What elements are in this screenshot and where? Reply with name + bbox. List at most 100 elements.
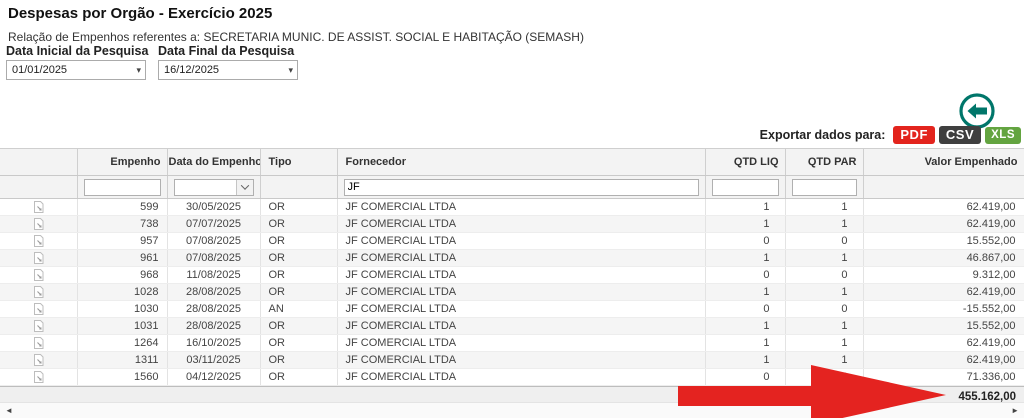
dropdown-arrow-icon: ▾	[288, 64, 293, 75]
end-date-label: Data Final da Pesquisa	[158, 44, 295, 58]
cell-qtd-liq: 1	[705, 283, 786, 301]
cell-data-empenho: 30/05/2025	[167, 198, 261, 216]
cell-qtd-liq: 1	[705, 351, 786, 369]
cell-fornecedor: JF COMERCIAL LTDA	[337, 283, 706, 301]
export-bar: Exportar dados para: PDF CSV XLS	[760, 126, 1021, 144]
table-body: 599 30/05/2025 OR JF COMERCIAL LTDA 1 1 …	[0, 198, 1024, 386]
cell-tipo: OR	[260, 351, 338, 369]
start-date-value: 01/01/2025	[12, 64, 68, 76]
cell-tipo: OR	[260, 232, 338, 250]
table-row: 1030 28/08/2025 AN JF COMERCIAL LTDA 0 0…	[0, 300, 1024, 318]
data-empenho-filter-select[interactable]	[173, 178, 254, 196]
cell-tipo: OR	[260, 368, 338, 386]
open-document-icon[interactable]	[32, 285, 45, 299]
cell-qtd-liq: 1	[705, 317, 786, 335]
export-csv-button[interactable]: CSV	[938, 126, 982, 144]
cell-valor-empenhado: 71.336,00	[863, 368, 1024, 386]
cell-qtd-liq: 0	[705, 232, 786, 250]
cell-valor-empenhado: 15.552,00	[863, 232, 1024, 250]
chevron-down-icon[interactable]	[235, 179, 253, 195]
cell-valor-empenhado: 62.419,00	[863, 351, 1024, 369]
qtd-par-filter-input[interactable]	[791, 178, 857, 196]
end-date-select[interactable]: 16/12/2025 ▾	[158, 60, 298, 80]
cell-qtd-par: 0	[785, 232, 864, 250]
column-header-data-empenho[interactable]: Data do Empenho	[167, 149, 261, 176]
filter-cell-tipo	[260, 175, 338, 199]
export-label: Exportar dados para:	[759, 128, 886, 142]
table-header-row: Empenho Data do Empenho Tipo Fornecedor …	[0, 149, 1024, 176]
open-document-icon[interactable]	[32, 268, 45, 282]
cell-data-empenho: 11/08/2025	[167, 266, 261, 284]
cell-fornecedor: JF COMERCIAL LTDA	[337, 317, 706, 335]
open-document-icon[interactable]	[32, 353, 45, 367]
cell-qtd-par: 1	[785, 317, 864, 335]
table-row: 1264 16/10/2025 OR JF COMERCIAL LTDA 1 1…	[0, 334, 1024, 352]
cell-qtd-liq: 1	[705, 198, 786, 216]
open-document-icon[interactable]	[32, 336, 45, 350]
cell-qtd-liq: 1	[705, 334, 786, 352]
start-date-select[interactable]: 01/01/2025 ▾	[6, 60, 146, 80]
scroll-right-icon[interactable]: ►	[1006, 407, 1024, 415]
export-xls-button[interactable]: XLS	[985, 126, 1021, 144]
cell-qtd-par: 1	[785, 283, 864, 301]
scroll-left-icon[interactable]: ◄	[0, 407, 18, 415]
table-row: 1031 28/08/2025 OR JF COMERCIAL LTDA 1 1…	[0, 317, 1024, 335]
cell-valor-empenhado: -15.552,00	[863, 300, 1024, 318]
horizontal-scrollbar[interactable]: ◄ ►	[0, 402, 1024, 418]
cell-valor-empenhado: 62.419,00	[863, 283, 1024, 301]
cell-empenho: 1560	[77, 368, 168, 386]
empenho-filter-input[interactable]	[83, 178, 161, 196]
open-document-icon[interactable]	[32, 251, 45, 265]
cell-fornecedor: JF COMERCIAL LTDA	[337, 300, 706, 318]
filter-cell-empenho	[77, 175, 168, 199]
cell-valor-empenhado: 62.419,00	[863, 334, 1024, 352]
column-header-empenho[interactable]: Empenho	[77, 149, 168, 176]
page-header: Despesas por Orgão - Exercício 2025 Rela…	[0, 0, 1024, 44]
cell-open-icon	[0, 351, 78, 369]
cell-valor-empenhado: 46.867,00	[863, 249, 1024, 267]
cell-data-empenho: 07/08/2025	[167, 249, 261, 267]
open-document-icon[interactable]	[32, 370, 45, 384]
export-pdf-button[interactable]: PDF	[893, 126, 935, 144]
column-header-qtd-par[interactable]: QTD PAR	[785, 149, 864, 176]
cell-tipo: OR	[260, 283, 338, 301]
column-header-fornecedor[interactable]: Fornecedor	[337, 149, 706, 176]
filter-cell-qtd-par	[785, 175, 864, 199]
open-document-icon[interactable]	[32, 217, 45, 231]
cell-tipo: OR	[260, 317, 338, 335]
qtd-liq-filter-input[interactable]	[711, 178, 779, 196]
cell-empenho: 1311	[77, 351, 168, 369]
column-header-tipo[interactable]: Tipo	[260, 149, 338, 176]
open-document-icon[interactable]	[32, 234, 45, 248]
table-row: 961 07/08/2025 OR JF COMERCIAL LTDA 1 1 …	[0, 249, 1024, 267]
cell-qtd-liq: 0	[705, 266, 786, 284]
empenhos-table: Empenho Data do Empenho Tipo Fornecedor …	[0, 149, 1024, 386]
cell-data-empenho: 28/08/2025	[167, 300, 261, 318]
empenhos-grid: Empenho Data do Empenho Tipo Fornecedor …	[0, 148, 1024, 408]
table-filter-row	[0, 175, 1024, 199]
fornecedor-filter-input[interactable]	[343, 178, 699, 196]
cell-data-empenho: 07/08/2025	[167, 232, 261, 250]
cell-data-empenho: 07/07/2025	[167, 215, 261, 233]
open-document-icon[interactable]	[32, 200, 45, 214]
cell-qtd-liq: 0	[705, 368, 786, 386]
cell-data-empenho: 28/08/2025	[167, 317, 261, 335]
open-document-icon[interactable]	[32, 302, 45, 316]
back-button[interactable]	[958, 92, 996, 130]
cell-open-icon	[0, 232, 78, 250]
open-document-icon[interactable]	[32, 319, 45, 333]
cell-open-icon	[0, 334, 78, 352]
cell-empenho: 961	[77, 249, 168, 267]
cell-qtd-par: 1	[785, 249, 864, 267]
cell-empenho: 968	[77, 266, 168, 284]
cell-data-empenho: 28/08/2025	[167, 283, 261, 301]
filter-cell-fornecedor	[337, 175, 706, 199]
cell-fornecedor: JF COMERCIAL LTDA	[337, 266, 706, 284]
cell-qtd-liq: 0	[705, 300, 786, 318]
column-header-valor-empenhado[interactable]: Valor Empenhado	[863, 149, 1024, 176]
cell-qtd-par: 0	[785, 266, 864, 284]
column-header-qtd-liq[interactable]: QTD LIQ	[705, 149, 786, 176]
table-row: 968 11/08/2025 OR JF COMERCIAL LTDA 0 0 …	[0, 266, 1024, 284]
cell-fornecedor: JF COMERCIAL LTDA	[337, 198, 706, 216]
table-row: 1311 03/11/2025 OR JF COMERCIAL LTDA 1 1…	[0, 351, 1024, 369]
